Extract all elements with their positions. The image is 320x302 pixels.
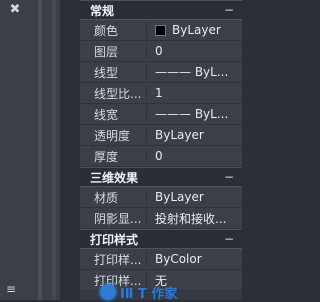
property-value[interactable]: ByLayer xyxy=(146,128,242,142)
property-label: 打印样... xyxy=(94,252,142,267)
property-row-plot-style[interactable]: 打印样... ByColor xyxy=(80,249,242,270)
property-value[interactable]: 0 xyxy=(146,149,242,163)
property-row-lineweight[interactable]: 线宽 ——— ByL... xyxy=(80,104,242,125)
section-title: 常规 xyxy=(90,3,115,18)
property-value[interactable]: 1 xyxy=(146,86,242,100)
property-label: 颜色 xyxy=(94,23,119,38)
watermark-logo-icon xyxy=(100,284,116,300)
color-value-text: ByLayer xyxy=(172,23,221,37)
section-header-general[interactable]: 常规 − xyxy=(80,0,242,20)
general-properties: 颜色 ByLayer 图层 0 线型 ——— ByL... 线型比... 1 线… xyxy=(80,20,242,167)
property-value[interactable]: ——— ByL... xyxy=(146,65,242,79)
property-value[interactable]: ByLayer xyxy=(146,190,242,204)
property-row-layer[interactable]: 图层 0 xyxy=(80,41,242,62)
property-row-transparency[interactable]: 透明度 ByLayer xyxy=(80,125,242,146)
property-row-linetype-scale[interactable]: 线型比... 1 xyxy=(80,83,242,104)
property-label: 材质 xyxy=(94,190,119,205)
left-toolbar-strip: ✖ ≡ xyxy=(0,0,60,300)
property-row-shadow-display[interactable]: 阴影显... 投射和接收... xyxy=(80,208,242,229)
property-label: 厚度 xyxy=(94,149,119,164)
color-swatch-icon xyxy=(155,25,166,36)
property-value[interactable]: ——— ByL... xyxy=(146,107,242,121)
property-value[interactable]: 0 xyxy=(146,44,242,58)
collapse-icon[interactable]: − xyxy=(222,3,236,17)
section-header-plot-style[interactable]: 打印样式 − xyxy=(80,229,242,249)
property-row-thickness[interactable]: 厚度 0 xyxy=(80,146,242,167)
background-area xyxy=(242,0,300,300)
property-label: 阴影显... xyxy=(94,211,142,226)
property-label: 线宽 xyxy=(94,107,119,122)
collapse-icon[interactable]: − xyxy=(222,232,236,246)
property-label: 线型 xyxy=(94,65,119,80)
close-icon[interactable]: ✖ xyxy=(8,3,22,17)
section-header-3d-effects[interactable]: 三维效果 − xyxy=(80,167,242,187)
section-title: 三维效果 xyxy=(90,170,139,185)
property-row-material[interactable]: 材质 ByLayer xyxy=(80,187,242,208)
watermark-text: ⅠⅡ T 作家 xyxy=(120,286,178,302)
property-row-color[interactable]: 颜色 ByLayer xyxy=(80,20,242,41)
property-value[interactable]: ByLayer xyxy=(146,23,242,37)
property-row-linetype[interactable]: 线型 ——— ByL... xyxy=(80,62,242,83)
property-label: 线型比... xyxy=(94,86,142,101)
section-title: 打印样式 xyxy=(90,232,139,247)
menu-icon[interactable]: ≡ xyxy=(6,282,20,296)
property-value[interactable]: 投射和接收... xyxy=(146,209,242,227)
property-label: 透明度 xyxy=(94,128,131,143)
divider xyxy=(52,0,56,300)
3d-properties: 材质 ByLayer 阴影显... 投射和接收... xyxy=(80,187,242,229)
property-value[interactable]: ByColor xyxy=(146,252,242,266)
divider xyxy=(38,0,42,300)
property-label: 图层 xyxy=(94,44,119,59)
collapse-icon[interactable]: − xyxy=(222,170,236,184)
properties-panel: 常规 − 颜色 ByLayer 图层 0 线型 ——— ByL... 线型比..… xyxy=(80,0,282,300)
watermark: ⅠⅡ T 作家 xyxy=(100,284,178,302)
